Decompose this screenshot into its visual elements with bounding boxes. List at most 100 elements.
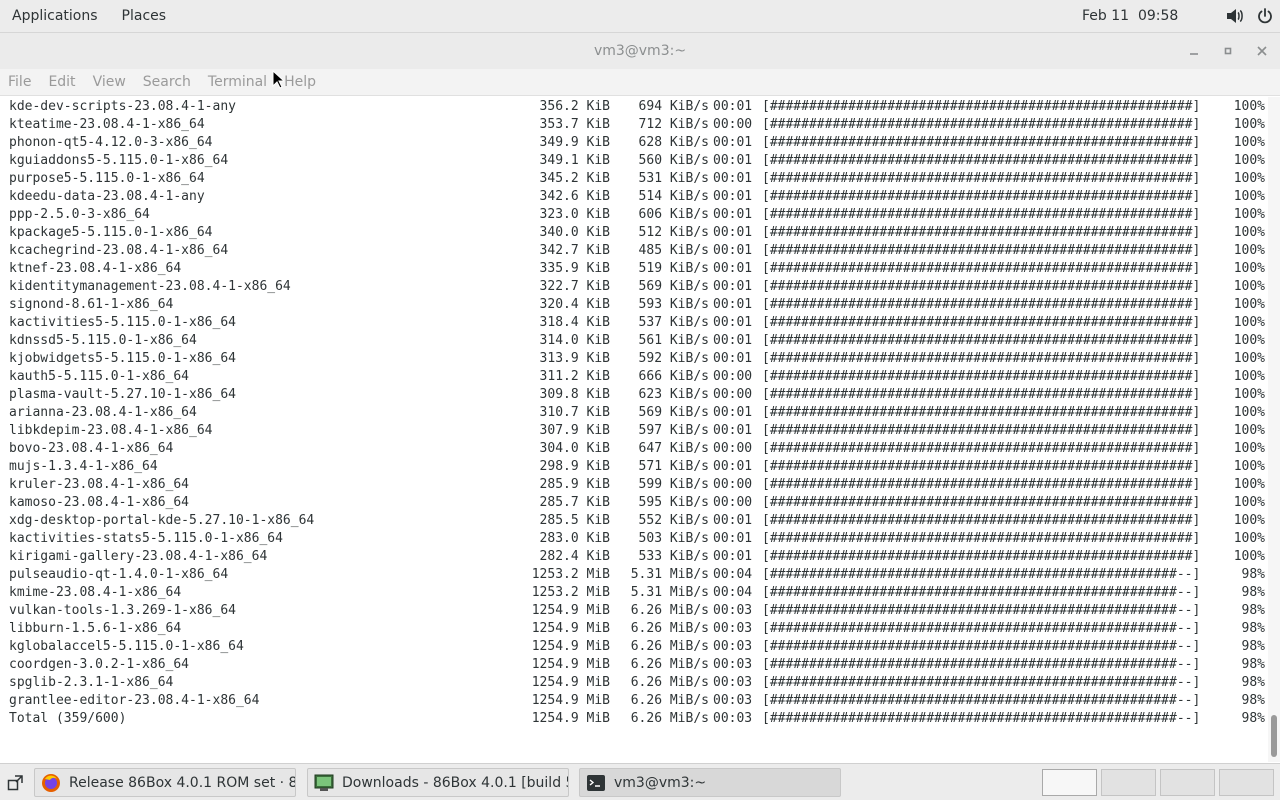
- download-rate: 6.26 MiB/s: [630, 639, 709, 654]
- progress-percent: 100%: [1233, 459, 1265, 474]
- total-row: Total (359/600) 1254.9 MiB 6.26 MiB/s 00:03…: [0, 710, 1268, 728]
- download-rate: 561 KiB/s: [638, 333, 709, 348]
- progress-bar: [#######################################…: [762, 243, 1201, 258]
- download-size: 307.9 KiB: [539, 423, 610, 438]
- menu-edit[interactable]: Edit: [40, 69, 84, 96]
- download-size: 1254.9 MiB: [531, 675, 610, 690]
- download-rate: 569 KiB/s: [638, 279, 709, 294]
- task-86box-downloads[interactable]: Downloads - 86Box 4.0.1 [build 5...: [307, 768, 569, 797]
- window-titlebar[interactable]: vm3@vm3:~: [0, 32, 1280, 69]
- progress-bar: [#######################################…: [762, 675, 1201, 690]
- progress-bar: [#######################################…: [762, 189, 1201, 204]
- package-name: kcachegrind-23.08.4-1-x86_64: [9, 243, 229, 258]
- download-size: 298.9 KiB: [539, 459, 610, 474]
- workspace-2[interactable]: [1101, 769, 1156, 796]
- package-name: kteatime-23.08.4-1-x86_64: [9, 117, 205, 132]
- task-label: Release 86Box 4.0.1 ROM set · 86...: [69, 774, 295, 791]
- package-name: plasma-vault-5.27.10-1-x86_64: [9, 387, 236, 402]
- download-size: 285.9 KiB: [539, 477, 610, 492]
- progress-bar: [#######################################…: [762, 531, 1201, 546]
- progress-percent: 98%: [1241, 621, 1265, 636]
- download-size: 340.0 KiB: [539, 225, 610, 240]
- download-time: 00:01: [713, 531, 753, 546]
- task-firefox[interactable]: Release 86Box 4.0.1 ROM set · 86...: [34, 768, 296, 797]
- download-time: 00:03: [713, 693, 753, 708]
- menu-view[interactable]: View: [85, 69, 135, 96]
- download-row: kruler-23.08.4-1-x86_64 285.9 KiB 599 KiB/…: [0, 476, 1268, 494]
- power-icon[interactable]: [1250, 0, 1280, 32]
- scrollbar-thumb[interactable]: [1271, 715, 1277, 757]
- download-size: 1254.9 MiB: [531, 657, 610, 672]
- progress-bar: [#######################################…: [762, 261, 1201, 276]
- close-icon[interactable]: [1248, 37, 1276, 65]
- menu-search[interactable]: Search: [135, 69, 200, 96]
- workspace-3[interactable]: [1160, 769, 1215, 796]
- download-rate: 628 KiB/s: [638, 135, 709, 150]
- download-time: 00:01: [713, 513, 753, 528]
- terminal-scrollbar[interactable]: [1268, 97, 1280, 762]
- applications-menu[interactable]: Applications: [0, 0, 110, 32]
- mouse-cursor-icon: [272, 69, 286, 89]
- download-time: 00:03: [713, 639, 753, 654]
- download-size: 1254.9 MiB: [531, 711, 610, 726]
- download-row: kdeedu-data-23.08.4-1-any 342.6 KiB 514 Ki…: [0, 188, 1268, 206]
- menu-bar: File Edit View Search Terminal Help: [0, 69, 1280, 96]
- progress-percent: 100%: [1233, 279, 1265, 294]
- download-row: kactivities-stats5-5.115.0-1-x86_64 283.0…: [0, 530, 1268, 548]
- workspace-1[interactable]: [1042, 769, 1097, 796]
- download-row: bovo-23.08.4-1-x86_64 304.0 KiB 647 KiB/s 0…: [0, 440, 1268, 458]
- progress-bar: [#######################################…: [762, 387, 1201, 402]
- show-desktop-icon[interactable]: [3, 769, 27, 796]
- menu-file[interactable]: File: [0, 69, 40, 96]
- download-rate: 514 KiB/s: [638, 189, 709, 204]
- progress-percent: 100%: [1233, 549, 1265, 564]
- progress-bar: [#######################################…: [762, 621, 1201, 636]
- progress-bar: [#######################################…: [762, 99, 1201, 114]
- progress-percent: 98%: [1241, 585, 1265, 600]
- package-name: kdeedu-data-23.08.4-1-any: [9, 189, 205, 204]
- download-size: 304.0 KiB: [539, 441, 610, 456]
- progress-bar: [#######################################…: [762, 693, 1201, 708]
- workspace-4[interactable]: [1219, 769, 1274, 796]
- download-time: 00:03: [713, 621, 753, 636]
- download-size: 320.4 KiB: [539, 297, 610, 312]
- download-size: 322.7 KiB: [539, 279, 610, 294]
- package-name: signond-8.61-1-x86_64: [9, 297, 174, 312]
- download-size: 349.9 KiB: [539, 135, 610, 150]
- download-size: 1253.2 MiB: [531, 585, 610, 600]
- terminal-output[interactable]: kde-dev-scripts-23.08.4-1-any 356.2 KiB 69…: [0, 97, 1268, 762]
- download-size: 342.6 KiB: [539, 189, 610, 204]
- package-name: kactivities-stats5-5.115.0-1-x86_64: [9, 531, 283, 546]
- minimize-icon[interactable]: [1180, 37, 1208, 65]
- menu-terminal[interactable]: Terminal: [200, 69, 276, 96]
- progress-percent: 98%: [1241, 711, 1265, 726]
- download-rate: 712 KiB/s: [638, 117, 709, 132]
- progress-percent: 100%: [1233, 171, 1265, 186]
- places-menu[interactable]: Places: [110, 0, 179, 32]
- download-row: kirigami-gallery-23.08.4-1-x86_64 282.4 K…: [0, 548, 1268, 566]
- window-title: vm3@vm3:~: [593, 43, 687, 59]
- download-size: 345.2 KiB: [539, 171, 610, 186]
- clock[interactable]: Feb 11 09:58: [1082, 0, 1178, 32]
- task-terminal[interactable]: vm3@vm3:~: [579, 768, 841, 797]
- progress-bar: [#######################################…: [762, 117, 1201, 132]
- download-rate: 623 KiB/s: [638, 387, 709, 402]
- download-time: 00:01: [713, 549, 753, 564]
- download-time: 00:00: [713, 369, 753, 384]
- package-name: mujs-1.3.4-1-x86_64: [9, 459, 158, 474]
- download-rate: 503 KiB/s: [638, 531, 709, 546]
- package-name: purpose5-5.115.0-1-x86_64: [9, 171, 205, 186]
- download-rate: 571 KiB/s: [638, 459, 709, 474]
- download-row: kcachegrind-23.08.4-1-x86_64 342.7 KiB 485…: [0, 242, 1268, 260]
- progress-percent: 100%: [1233, 225, 1265, 240]
- download-row: kamoso-23.08.4-1-x86_64 285.7 KiB 595 KiB/…: [0, 494, 1268, 512]
- download-row: ppp-2.5.0-3-x86_64 323.0 KiB 606 KiB/s 00:0…: [0, 206, 1268, 224]
- package-name: Total (359/600): [9, 711, 127, 726]
- download-time: 00:01: [713, 459, 753, 474]
- maximize-icon[interactable]: [1214, 37, 1242, 65]
- package-name: kmime-23.08.4-1-x86_64: [9, 585, 182, 600]
- download-row: kauth5-5.115.0-1-x86_64 311.2 KiB 666 KiB/…: [0, 368, 1268, 386]
- volume-icon[interactable]: [1220, 0, 1250, 32]
- download-row: spglib-2.3.1-1-x86_64 1254.9 MiB 6.26 MiB/…: [0, 674, 1268, 692]
- progress-percent: 100%: [1233, 423, 1265, 438]
